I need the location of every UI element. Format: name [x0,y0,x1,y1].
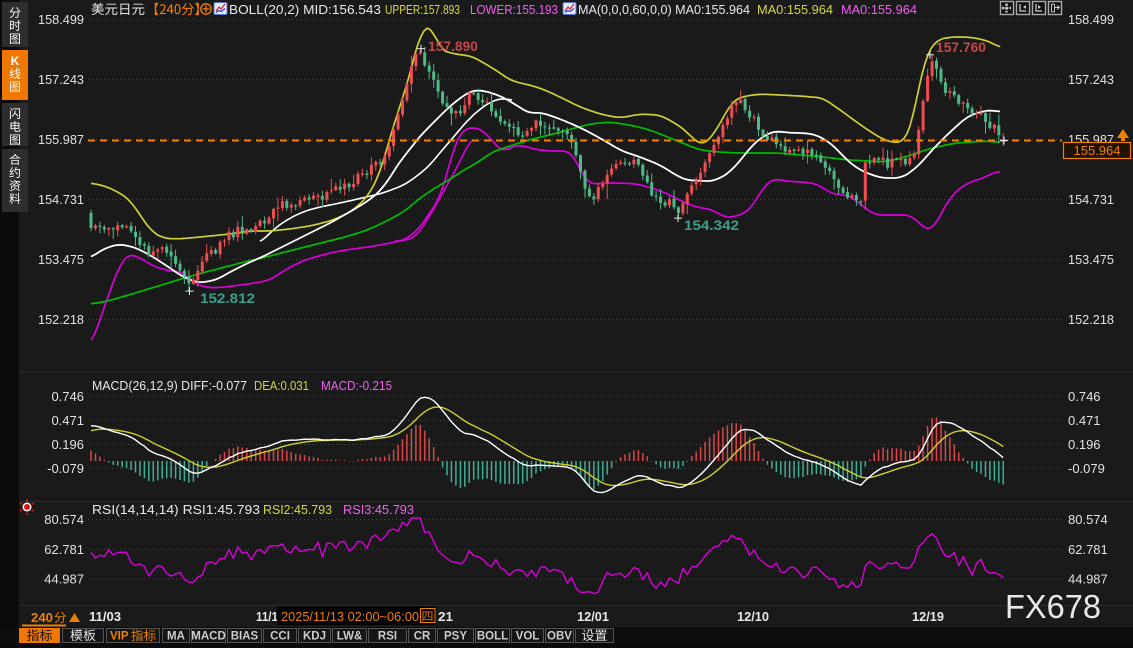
svg-text:21: 21 [438,609,453,624]
svg-text:-0.079: -0.079 [1068,461,1105,476]
svg-text:155.964: 155.964 [1074,143,1121,158]
svg-text:MA0:155.964: MA0:155.964 [757,2,833,17]
svg-text:157.890: 157.890 [428,38,478,54]
svg-text:154.731: 154.731 [38,192,84,207]
svg-text:11/1: 11/1 [256,609,278,624]
svg-text:0.471: 0.471 [51,413,84,428]
svg-text:K: K [11,54,20,68]
svg-text:157.243: 157.243 [38,72,84,87]
svg-text:80.574: 80.574 [44,512,84,527]
svg-text:12/10: 12/10 [737,609,769,624]
svg-text:0.196: 0.196 [51,437,84,452]
svg-text:80.574: 80.574 [1068,512,1108,527]
svg-text:BOLL: BOLL [477,631,508,643]
svg-text:BOLL(20,2) MID:156.543: BOLL(20,2) MID:156.543 [229,2,381,17]
svg-text:0.471: 0.471 [1068,413,1101,428]
svg-text:152.218: 152.218 [1068,312,1114,327]
svg-text:240: 240 [31,610,53,625]
svg-text:158.499: 158.499 [1068,12,1114,27]
svg-text:MA(0,0,0,60,0,0) MA0:155.964: MA(0,0,0,60,0,0) MA0:155.964 [578,2,750,17]
svg-text:OBV: OBV [547,631,572,643]
svg-text:RSI(14,14,14) RSI1:45.793: RSI(14,14,14) RSI1:45.793 [92,502,260,517]
svg-text:KDJ: KDJ [303,631,326,643]
svg-text:154.731: 154.731 [1068,192,1114,207]
svg-text:RSI3:45.793: RSI3:45.793 [343,502,414,517]
svg-text:152.218: 152.218 [38,312,84,327]
svg-text:0.746: 0.746 [1068,389,1101,404]
svg-text:RSI: RSI [378,631,397,643]
svg-text:157.760: 157.760 [936,39,986,55]
svg-text:155.987: 155.987 [38,132,84,147]
svg-text:BIAS: BIAS [231,631,259,643]
svg-text:VOL: VOL [516,631,540,643]
svg-text:DEA:0.031: DEA:0.031 [254,378,309,393]
svg-text:MA: MA [167,631,185,643]
svg-text:CCI: CCI [270,631,290,643]
svg-text:FX678: FX678 [1005,588,1101,625]
svg-text:LOWER:155.193: LOWER:155.193 [470,2,558,17]
svg-text:157.243: 157.243 [1068,72,1114,87]
svg-text:RSI2:45.793: RSI2:45.793 [263,502,332,517]
svg-text:CR: CR [414,631,431,643]
svg-text:UPPER:157.893: UPPER:157.893 [385,2,460,17]
svg-text:62.781: 62.781 [44,542,84,557]
svg-text:44.987: 44.987 [1068,572,1108,587]
svg-text:PSY: PSY [444,631,467,643]
svg-text:2025/11/13 02:00~06:00: 2025/11/13 02:00~06:00 [281,609,419,624]
svg-text:LW&: LW& [337,631,363,643]
svg-text:VIP: VIP [110,631,129,643]
svg-text:MACD:-0.215: MACD:-0.215 [321,378,392,393]
svg-text:11/03: 11/03 [89,609,121,624]
svg-text:MA0:155.964: MA0:155.964 [841,2,917,17]
svg-text:-0.079: -0.079 [47,461,84,476]
svg-text:MACD(26,12,9) DIFF:-0.077: MACD(26,12,9) DIFF:-0.077 [92,378,247,393]
svg-text:12/19: 12/19 [912,609,944,624]
svg-text:0.746: 0.746 [51,389,84,404]
svg-text:0.196: 0.196 [1068,437,1101,452]
svg-text:12/01: 12/01 [577,609,609,624]
svg-text:158.499: 158.499 [38,12,84,27]
svg-text:153.475: 153.475 [1068,252,1114,267]
svg-text:62.781: 62.781 [1068,542,1108,557]
svg-text:152.812: 152.812 [200,290,255,306]
svg-text:MACD: MACD [191,631,226,643]
svg-text:44.987: 44.987 [44,572,84,587]
svg-text:154.342: 154.342 [684,217,739,233]
svg-text:153.475: 153.475 [38,252,84,267]
